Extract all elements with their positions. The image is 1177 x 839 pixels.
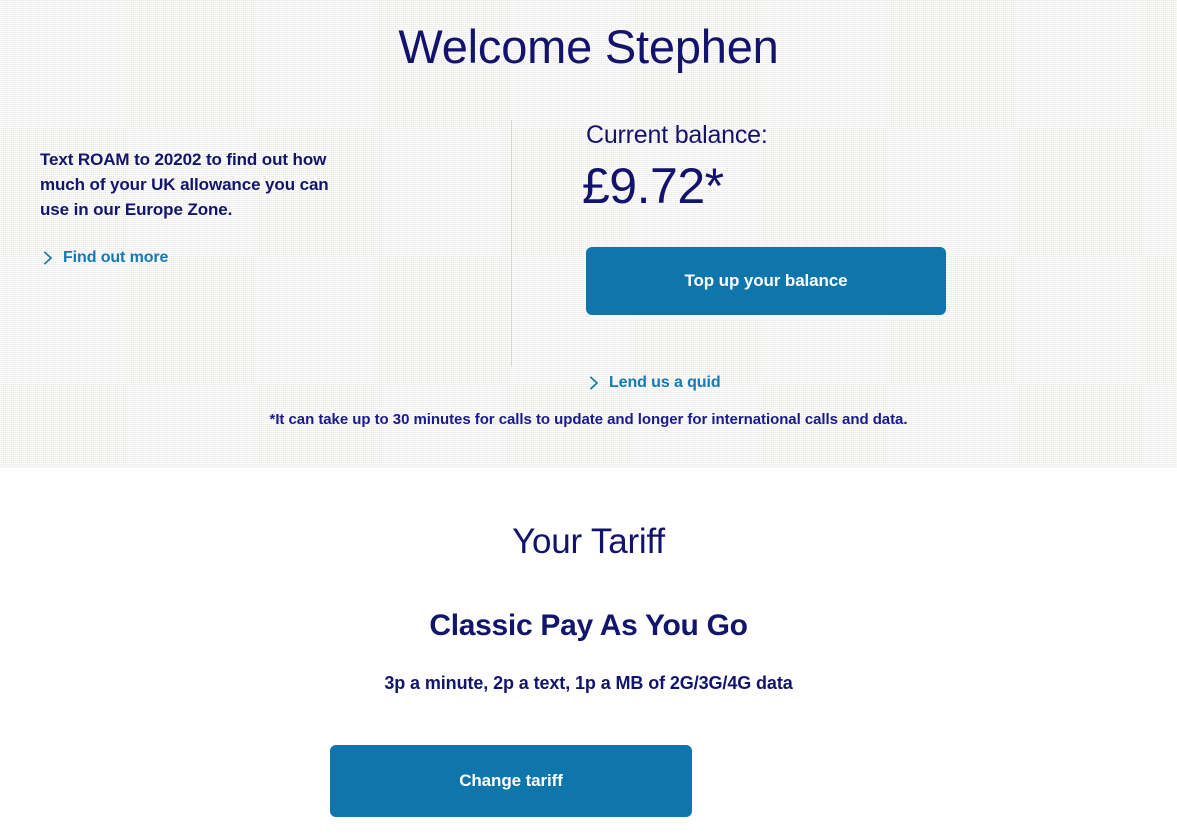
change-tariff-button[interactable]: Change tariff	[330, 745, 692, 817]
chevron-right-icon	[40, 250, 56, 266]
lend-us-a-quid-link[interactable]: Lend us a quid	[586, 374, 721, 392]
page-title: Welcome Stephen	[398, 20, 779, 74]
balance-block: Current balance: £9.72*	[582, 120, 1006, 213]
find-out-more-link[interactable]: Find out more	[40, 249, 340, 267]
roaming-promo-text: Text ROAM to 20202 to find out how much …	[40, 150, 329, 219]
chevron-right-icon	[586, 375, 602, 391]
top-up-balance-button[interactable]: Top up your balance	[586, 247, 946, 315]
find-out-more-label: Find out more	[63, 249, 169, 266]
roaming-promo: Text ROAM to 20202 to find out how much …	[40, 147, 340, 267]
balance-footnote: *It can take up to 30 minutes for calls …	[269, 411, 908, 428]
panel-columns: Text ROAM to 20202 to find out how much …	[0, 120, 1177, 391]
account-summary-panel: Welcome Stephen Text ROAM to 20202 to fi…	[0, 0, 1177, 468]
lend-us-a-quid-label: Lend us a quid	[609, 374, 721, 391]
tariff-rates: 3p a minute, 2p a text, 1p a MB of 2G/3G…	[384, 673, 793, 693]
column-divider	[511, 120, 512, 366]
tariff-name: Classic Pay As You Go	[429, 609, 748, 642]
balance-label: Current balance:	[586, 121, 768, 149]
balance-amount: £9.72*	[582, 158, 724, 214]
account-dashboard-page: Welcome Stephen Text ROAM to 20202 to fi…	[0, 0, 1177, 839]
tariff-heading: Your Tariff	[512, 522, 665, 561]
tariff-section: Your Tariff Classic Pay As You Go 3p a m…	[0, 468, 1177, 839]
